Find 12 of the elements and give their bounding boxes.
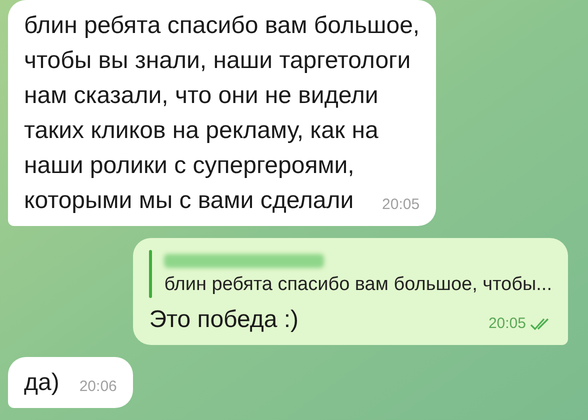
message-text: да) (24, 368, 60, 398)
reply-quote-text: блин ребята спасибо вам большое, чтобы... (164, 273, 552, 297)
message-text: чтобы вы знали, наши таргетологи (24, 46, 412, 76)
message-text: блин ребята спасибо вам большое, (24, 11, 420, 41)
message-time: 20:05 (488, 314, 526, 334)
message-text: нам сказали, что они не видели (24, 81, 380, 111)
message-text: наши ролики с супергероями, (24, 151, 356, 181)
message-time: 20:05 (382, 194, 420, 214)
message-text: таких кликов на рекламу, как на (24, 116, 380, 146)
message-text: которыми мы с вами сделали (24, 186, 354, 216)
message-time: 20:06 (79, 376, 117, 396)
message-text: Это победа :) (149, 305, 299, 335)
